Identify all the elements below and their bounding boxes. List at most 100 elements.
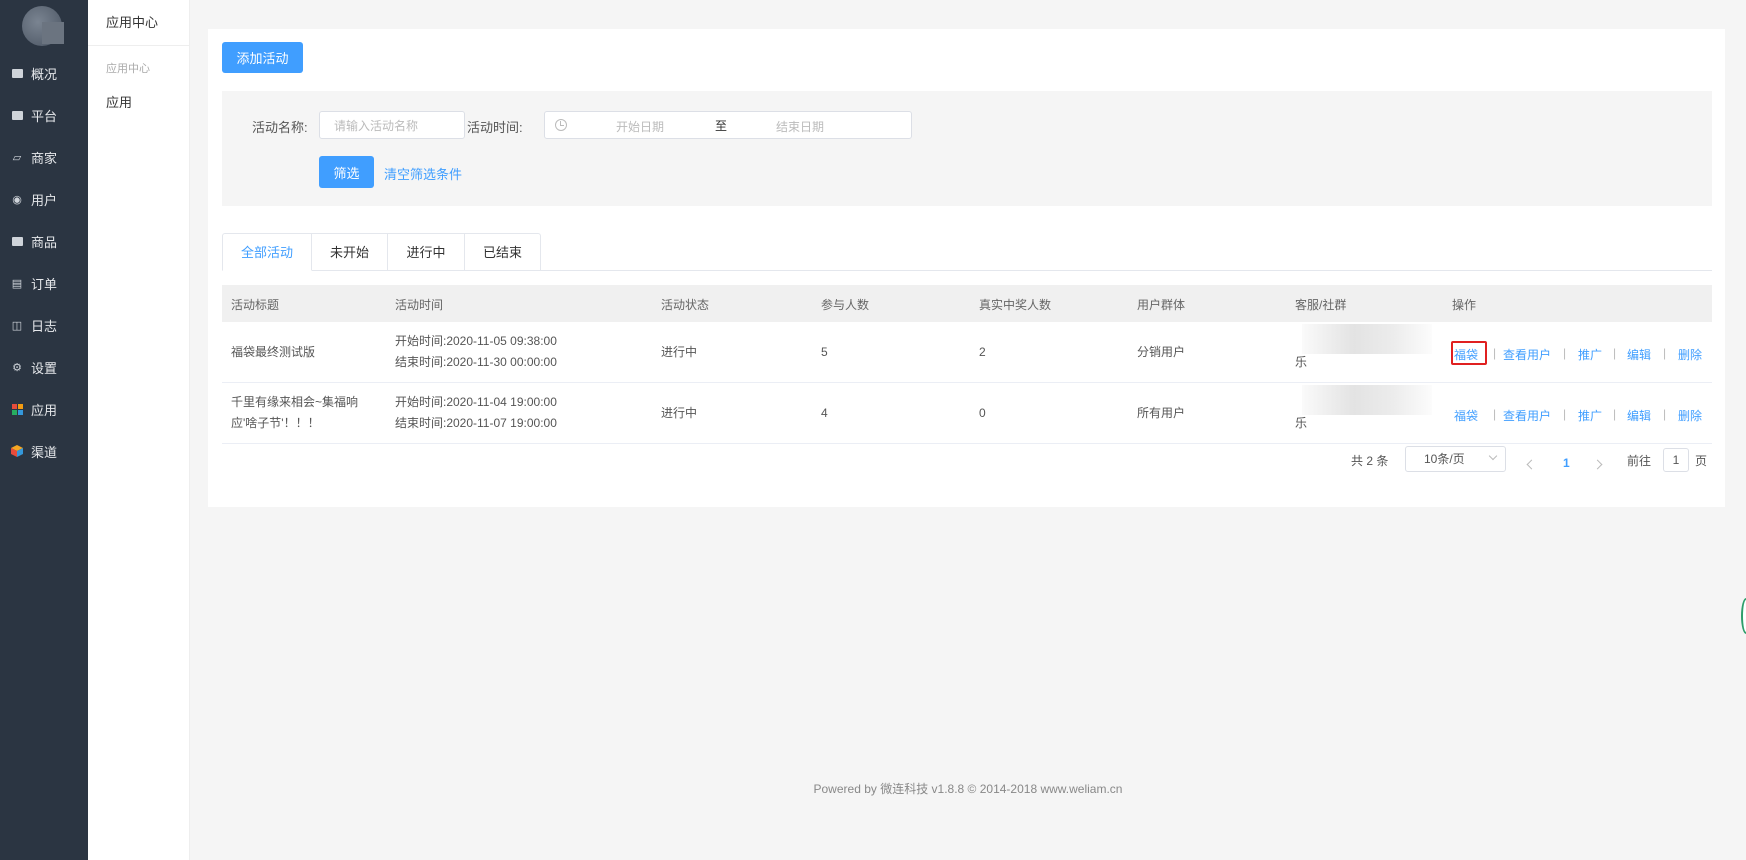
- nav-item-label: 设置: [31, 360, 58, 376]
- nav-item-label: 用户: [31, 192, 58, 208]
- sub-sidebar: 应用中心 应用中心 应用: [88, 0, 190, 860]
- table-row: 千里有缘来相会~集福响 应'啥子节'！！！ 开始时间:2020-11-04 19…: [222, 383, 1712, 444]
- gear-icon: ⚙: [12, 361, 22, 374]
- action-lucky-bag[interactable]: 福袋: [1454, 346, 1478, 363]
- goto-prefix: 前往: [1627, 454, 1652, 468]
- cell-status: 进行中: [661, 406, 698, 420]
- nav-item-label: 商品: [31, 234, 58, 250]
- action-separator: |: [1493, 346, 1497, 360]
- nav-item-channel[interactable]: 渠道: [0, 436, 88, 466]
- action-view-users[interactable]: 查看用户: [1503, 407, 1551, 424]
- subnav-title: 应用中心: [88, 0, 189, 46]
- cell-winners: 2: [979, 345, 986, 359]
- nav-item-platform[interactable]: 平台: [0, 100, 88, 130]
- log-icon: ◫: [11, 319, 23, 332]
- end-time: 结束时间:2020-11-30 00:00:00: [395, 355, 557, 369]
- action-separator: |: [1613, 346, 1617, 360]
- subnav-group-label: 应用中心: [106, 63, 150, 75]
- user-icon: ◉: [12, 193, 22, 206]
- tab-not-started[interactable]: 未开始: [312, 233, 388, 271]
- page-size-select[interactable]: 10条/页: [1405, 446, 1506, 472]
- time-label: 活动时间:: [467, 120, 523, 135]
- end-time: 结束时间:2020-11-07 19:00:00: [395, 416, 557, 430]
- tab-in-progress[interactable]: 进行中: [388, 233, 465, 271]
- cell-group: 分销用户: [1137, 345, 1186, 359]
- nav-item-log[interactable]: ◫ 日志: [0, 310, 88, 340]
- cell-service: 乐: [1295, 416, 1308, 430]
- action-delete[interactable]: 删除: [1678, 346, 1702, 363]
- page-number[interactable]: 1: [1563, 456, 1570, 470]
- action-separator: |: [1563, 346, 1567, 360]
- total-count: 共 2 条: [1351, 454, 1389, 468]
- date-range-picker[interactable]: 开始日期 至 结束日期: [544, 111, 912, 139]
- action-separator: |: [1663, 346, 1667, 360]
- order-icon: ▤: [11, 277, 23, 290]
- add-activity-button[interactable]: 添加活动: [222, 42, 303, 73]
- activity-table: 活动标题 活动时间 活动状态 参与人数 真实中奖人数 用户群体 客服/社群 操作…: [222, 285, 1712, 444]
- cell-participants: 4: [821, 406, 828, 420]
- tab-ended[interactable]: 已结束: [465, 233, 541, 271]
- goods-icon: [10, 234, 24, 248]
- nav-item-label: 平台: [31, 108, 58, 124]
- col-service: 客服/社群: [1295, 298, 1347, 312]
- left-sidebar: 概况 平台 ▱ 商家 ◉ 用户 商品 ▤ 订单 ◫ 日志 ⚙ 设置 应用 渠道: [0, 0, 88, 860]
- cell-group: 所有用户: [1137, 406, 1186, 420]
- blurred-qr: [1302, 324, 1432, 354]
- action-edit[interactable]: 编辑: [1627, 407, 1651, 424]
- nav-item-label: 概况: [31, 66, 58, 82]
- action-lucky-bag[interactable]: 福袋: [1454, 407, 1478, 424]
- goto-suffix: 页: [1695, 454, 1708, 468]
- nav-item-user[interactable]: ◉ 用户: [0, 184, 88, 214]
- cell-winners: 0: [979, 406, 986, 420]
- page-size-value: 10条/页: [1424, 452, 1465, 466]
- nav-item-settings[interactable]: ⚙ 设置: [0, 352, 88, 382]
- end-date-placeholder: 结束日期: [776, 120, 825, 134]
- cell-time: 开始时间:2020-11-04 19:00:00 结束时间:2020-11-07…: [395, 392, 557, 434]
- start-time: 开始时间:2020-11-04 19:00:00: [395, 395, 557, 409]
- range-separator: 至: [715, 119, 728, 133]
- tab-all[interactable]: 全部活动: [222, 233, 312, 271]
- nav-item-goods[interactable]: 商品: [0, 226, 88, 256]
- floating-widget[interactable]: [1741, 598, 1746, 634]
- action-promote[interactable]: 推广: [1578, 346, 1602, 363]
- col-title: 活动标题: [231, 298, 280, 312]
- cell-time: 开始时间:2020-11-05 09:38:00 结束时间:2020-11-30…: [395, 331, 557, 373]
- nav-item-label: 渠道: [31, 444, 58, 460]
- nav-item-merchant[interactable]: ▱ 商家: [0, 142, 88, 172]
- nav-item-apps[interactable]: 应用: [0, 394, 88, 424]
- nav-item-label: 应用: [31, 402, 58, 418]
- prev-page-icon[interactable]: [1526, 459, 1537, 470]
- subnav-item-apps[interactable]: 应用: [88, 92, 189, 111]
- activity-name-input[interactable]: 请输入活动名称: [319, 111, 465, 139]
- goto-page-input[interactable]: 1: [1663, 448, 1689, 472]
- nav-item-overview[interactable]: 概况: [0, 58, 88, 88]
- cell-status: 进行中: [661, 345, 698, 359]
- display-icon: [10, 108, 24, 122]
- store-icon: ▱: [12, 151, 22, 164]
- col-status: 活动状态: [661, 298, 710, 312]
- clock-icon: [555, 119, 567, 131]
- nav-item-label: 订单: [31, 276, 58, 292]
- col-group: 用户群体: [1137, 298, 1186, 312]
- cell-title: 福袋最终测试版: [231, 345, 316, 359]
- table-row: 福袋最终测试版 开始时间:2020-11-05 09:38:00 结束时间:20…: [222, 322, 1712, 383]
- apps-grid-icon: [10, 402, 24, 416]
- nav-item-order[interactable]: ▤ 订单: [0, 268, 88, 298]
- nav-item-label: 日志: [31, 318, 58, 334]
- col-winners: 真实中奖人数: [979, 298, 1052, 312]
- avatar[interactable]: [22, 6, 64, 46]
- cube-icon: [10, 444, 24, 458]
- action-promote[interactable]: 推广: [1578, 407, 1602, 424]
- action-delete[interactable]: 删除: [1678, 407, 1702, 424]
- action-view-users[interactable]: 查看用户: [1503, 346, 1551, 363]
- nav-item-label: 商家: [31, 150, 58, 166]
- next-page-icon[interactable]: [1592, 459, 1603, 470]
- action-separator: |: [1613, 407, 1617, 421]
- action-separator: |: [1493, 407, 1497, 421]
- table-header: 活动标题 活动时间 活动状态 参与人数 真实中奖人数 用户群体 客服/社群 操作: [222, 285, 1712, 322]
- clear-filter-link[interactable]: 清空筛选条件: [384, 164, 462, 183]
- action-edit[interactable]: 编辑: [1627, 346, 1651, 363]
- blurred-qr: [1302, 385, 1432, 415]
- filter-button[interactable]: 筛选: [319, 156, 374, 188]
- start-time: 开始时间:2020-11-05 09:38:00: [395, 334, 557, 348]
